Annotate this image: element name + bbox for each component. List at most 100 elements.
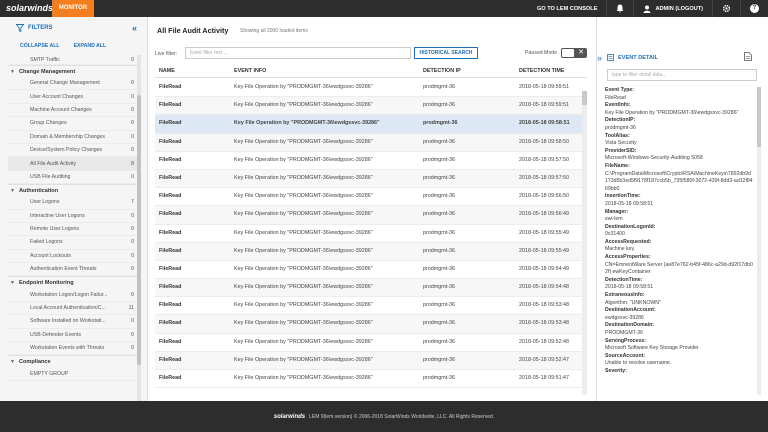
filter-item[interactable]: Group Changes 0 [8,117,140,131]
table-scrollbar[interactable] [582,91,587,395]
filter-item[interactable]: User Logons 7 [8,196,140,210]
cell-name: FileRead [159,102,182,109]
table-row[interactable]: FileRead Key File Operation by "PRODMGMT-… [155,315,587,334]
filter-section-header[interactable]: ▼ Change Management [8,65,140,77]
detail-scrollbar[interactable] [757,87,761,395]
filter-item[interactable]: Workstation Logon/Logon Failur... 0 [8,288,140,302]
go-to-lem-console-link[interactable]: GO TO LEM CONSOLE [528,0,607,17]
filter-item[interactable]: Software Installed on Workstati... 0 [8,315,140,329]
table-row[interactable]: FileRead Key File Operation by "PRODMGMT-… [155,152,587,170]
filter-item-label: Authentication Event Threats [30,266,97,273]
table-row[interactable]: FileRead Key File Operation by "PRODMGMT-… [155,334,587,352]
sidebar-scrollbar[interactable] [137,55,141,407]
cell-name: FileRead [159,302,182,309]
table-row[interactable]: FileRead Key File Operation by "PRODMGMT-… [155,297,587,316]
detail-field-value: prodmgmt-36 [605,124,636,131]
live-filter-input[interactable]: Enter filter text ... [185,47,411,59]
detail-field-value: Algorithm: "UNKNOWN" [605,299,661,306]
solarwinds-logo: solarwinds [6,3,54,13]
filter-item[interactable]: Domain & Membership Changes 0 [8,131,140,144]
filters-sidebar: FILTERS « COLLAPSE ALL EXPAND ALL SMTP T… [0,17,148,407]
tab-monitor[interactable]: MONITOR [52,0,94,17]
column-header-detection-time[interactable]: DETECTION TIME [519,68,565,74]
filter-item[interactable]: Local Account Authentication/C... 11 [8,302,140,316]
table-row[interactable]: FileRead Key File Operation by "PRODMGMT-… [155,133,587,152]
filter-item[interactable]: Interactive User Logons 0 [8,210,140,223]
table-row[interactable]: FileRead Key File Operation by "PRODMGMT-… [155,279,587,298]
filter-item[interactable]: USB-Defender Events 0 [8,329,140,343]
filter-item[interactable]: USB File Auditing 0 [8,171,140,185]
paused-mode-toggle[interactable]: ✕ [561,48,587,58]
table-row[interactable]: FileRead Key File Operation by "PRODMGMT-… [155,206,587,225]
table-row[interactable]: FileRead Key File Operation by "PRODMGMT-… [155,225,587,243]
collapse-sidebar-icon[interactable]: « [132,23,137,33]
table-row[interactable]: FileRead Key File Operation by "PRODMGMT-… [155,115,587,134]
filter-item[interactable]: Device/System Policy Changes 0 [8,144,140,158]
cell-detection-ip: prodmgmt-36 [423,120,458,127]
table-row[interactable]: FileRead Key File Operation by "PRODMGMT-… [155,97,587,116]
admin-logout-link[interactable]: ADMIN (LOGOUT) [633,0,712,17]
filter-item-label: Domain & Membership Changes [30,133,105,140]
cell-name: FileRead [159,84,182,90]
filter-item[interactable]: EMPTY GROUP [8,367,140,381]
table-row[interactable]: FileRead Key File Operation by "PRODMGMT-… [155,351,587,370]
table-row[interactable]: FileRead Key File Operation by "PRODMGMT-… [155,188,587,207]
sidebar-scrollbar-thumb[interactable] [137,95,141,365]
collapse-all-link[interactable]: COLLAPSE ALL [20,43,60,49]
caret-down-icon: ▼ [10,358,15,365]
filter-item-label: Device/System Policy Changes [30,147,103,154]
historical-search-button[interactable]: HISTORICAL SEARCH [414,47,478,59]
detail-field-value: 0x31400 [605,231,625,238]
filter-item-label: Local Account Authentication/C... [30,305,106,312]
table-row[interactable]: FileRead Key File Operation by "PRODMGMT-… [155,370,587,389]
filter-item-count: 11 [128,305,134,312]
cell-name: FileRead [159,193,182,200]
filters-header: FILTERS « [0,17,147,39]
filter-item-label: EMPTY GROUP [30,370,69,377]
filter-item[interactable]: General Change Management 0 [8,77,140,91]
document-icon[interactable] [744,52,752,63]
filter-item[interactable]: Remote User Logons 0 [8,223,140,237]
cell-detection-time: 2018-05-18 09:55:49 [519,247,570,254]
filter-item-smtp-traffic[interactable]: SMTP Traffic 0 [8,55,140,65]
admin-logout-label: ADMIN (LOGOUT) [655,5,703,12]
filter-item[interactable]: Authentication Event Threats 0 [8,263,140,277]
filter-item-count: 0 [131,345,134,352]
filter-item[interactable]: User Account Changes 0 [8,90,140,104]
filter-item-count: 0 [131,226,134,233]
filter-item[interactable]: Failed Logons 0 [8,236,140,250]
table-row[interactable]: FileRead Key File Operation by "PRODMGMT-… [155,169,587,189]
gear-icon[interactable] [712,0,740,17]
filter-item-label: User Logons [30,199,60,206]
detail-field-value: Machine key. [605,246,636,253]
table-row[interactable]: FileRead Key File Operation by "PRODMGMT-… [155,79,587,98]
detail-field-key: DestinationAccount: [605,307,656,314]
filter-section-header[interactable]: ▼ Compliance [8,355,140,367]
cell-detection-time: 2018-05-18 09:52:48 [519,338,570,345]
cell-detection-time: 2018-05-18 09:59:51 [519,84,570,90]
detail-scrollbar-thumb[interactable] [757,87,761,147]
detail-filter-input[interactable]: type to filter detail data... [607,69,757,81]
expand-detail-icon[interactable]: » [597,53,602,63]
cell-event-info: Key File Operation by "PRODMGMT-36\ewdgs… [234,156,373,163]
filter-item[interactable]: Workstation Events with Threats 0 [8,342,140,356]
column-header-detection-ip[interactable]: DETECTION IP [423,68,461,74]
help-button[interactable]: ? [740,0,768,17]
filter-item[interactable]: All File Audit Activity 8 [8,157,140,171]
table-row[interactable]: FileRead Key File Operation by "PRODMGMT-… [155,242,587,261]
filter-section-header[interactable]: ▼ Endpoint Monitoring [8,276,140,288]
filter-item[interactable]: Machine Account Changes 0 [8,104,140,118]
filter-item-label: Remote User Logons [30,226,80,233]
bell-icon[interactable] [606,0,633,17]
column-header-name[interactable]: NAME [159,68,175,74]
cell-detection-ip: prodmgmt-36 [423,102,456,109]
expand-all-link[interactable]: EXPAND ALL [74,43,107,49]
column-header-event-info[interactable]: EVENT INFO [234,68,266,74]
filter-item[interactable]: Account Lockouts 0 [8,250,140,264]
detail-field-key: DetectionIP: [605,117,636,124]
cell-detection-time: 2018-05-18 09:56:49 [519,211,570,218]
detail-field-value: 2018-05-18 09:58:51 [605,200,654,207]
table-scrollbar-thumb[interactable] [582,91,587,105]
filter-section-header[interactable]: ▼ Authentication [8,184,140,196]
table-row[interactable]: FileRead Key File Operation by "PRODMGMT-… [155,261,587,280]
